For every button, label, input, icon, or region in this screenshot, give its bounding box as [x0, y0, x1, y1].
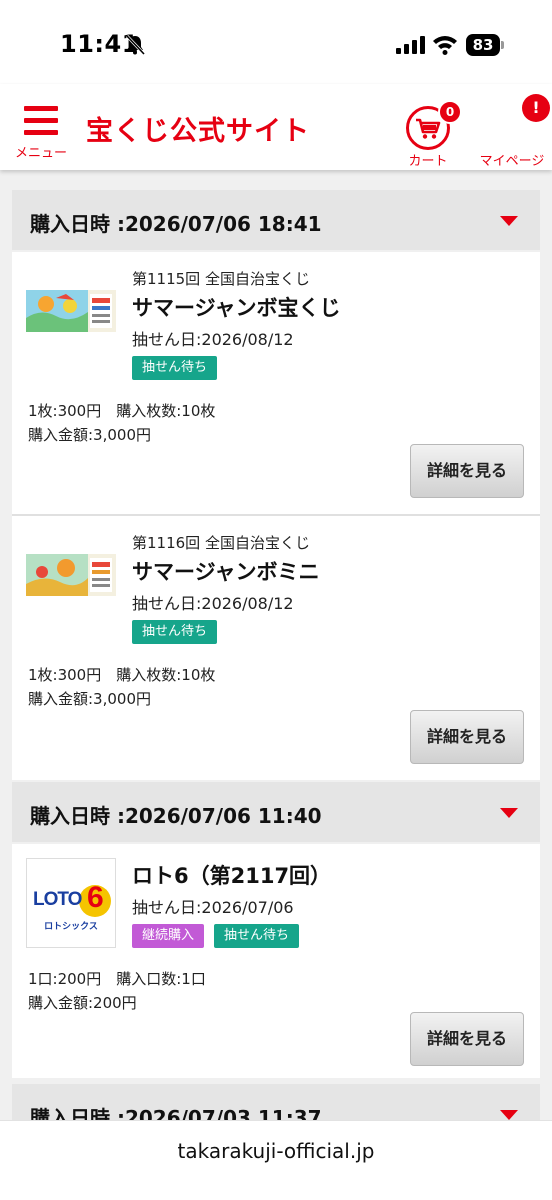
price-quantity: 1枚:300円 購入枚数:10枚: [28, 402, 216, 420]
status-badge: 抽せん待ち: [132, 620, 218, 644]
ticket-card: 第1116回 全国自治宝くじ サマージャンボミニ 抽せん日:2026/08/12…: [12, 516, 540, 780]
caret-down-icon: [500, 216, 518, 226]
ticket-name: ロト6（第2117回）: [132, 864, 332, 888]
alert-icon: !: [522, 94, 550, 122]
price-quantity: 1口:200円 購入口数:1口: [28, 970, 206, 988]
ticket-round: 第1115回 全国自治宝くじ: [132, 270, 310, 288]
ticket-card: LOTO 6 ロトシックス ロト6（第2117回） 抽せん日:2026/07/0…: [12, 844, 540, 1078]
cart-label: カート: [408, 154, 448, 169]
draw-date: 抽せん日:2026/08/12: [132, 330, 294, 349]
ticket-name: サマージャンボ宝くじ: [132, 296, 341, 320]
loto6-logo-text: LOTO: [33, 889, 82, 910]
summer-jumbo-mini-ticket-image: [26, 554, 116, 596]
battery-level: 83: [466, 34, 500, 56]
browser-url-bar[interactable]: takarakuji-official.jp: [0, 1120, 552, 1200]
battery-indicator: 83: [466, 34, 504, 56]
loto6-logo-number: 6: [87, 881, 104, 914]
ticket-card: 第1115回 全国自治宝くじ サマージャンボ宝くじ 抽せん日:2026/08/1…: [12, 252, 540, 514]
mypage-button[interactable]: ! マイページ: [476, 92, 550, 169]
menu-label: メニュー: [14, 146, 67, 161]
purchase-group-header[interactable]: 購入日時 :2026/07/06 11:40: [12, 782, 540, 842]
cart-icon: [416, 118, 441, 139]
ticket-round: 第1116回 全国自治宝くじ: [132, 534, 310, 552]
draw-date: 抽せん日:2026/08/12: [132, 594, 294, 613]
purchase-datetime: 購入日時 :2026/07/06 18:41: [30, 212, 322, 236]
bell-muted-icon: [125, 34, 146, 56]
status-badge: 抽せん待ち: [132, 356, 218, 380]
caret-down-icon: [500, 808, 518, 818]
page: 11:41 83 メニュー 宝くじ公式サイト 0 カート ! マイページ 購入日…: [0, 0, 552, 1200]
purchase-datetime: 購入日時 :2026/07/03 11:37: [30, 1106, 322, 1120]
mypage-label: マイページ: [479, 154, 545, 169]
signal-icon: [396, 36, 425, 54]
total-amount: 購入金額:3,000円: [28, 426, 151, 444]
total-amount: 購入金額:3,000円: [28, 690, 151, 708]
purchase-history-list[interactable]: 購入日時 :2026/07/06 18:41 第1115回 全国自治宝くじ サマ…: [0, 170, 552, 1120]
status-bar: 11:41 83: [0, 0, 552, 84]
hamburger-icon-bar: [24, 130, 58, 135]
loto6-logo: LOTO 6 ロトシックス: [26, 858, 116, 948]
status-badge: 抽せん待ち: [214, 924, 300, 948]
cart-count-badge: 0: [438, 100, 462, 124]
purchase-group-header[interactable]: 購入日時 :2026/07/03 11:37: [12, 1084, 540, 1120]
view-details-button[interactable]: 詳細を見る: [410, 710, 524, 764]
site-logo[interactable]: 宝くじ公式サイト: [86, 109, 310, 148]
price-quantity: 1枚:300円 購入枚数:10枚: [28, 666, 216, 684]
purchase-datetime: 購入日時 :2026/07/06 11:40: [30, 804, 322, 828]
continuous-purchase-badge: 継続購入: [132, 924, 205, 948]
ticket-name: サマージャンボミニ: [132, 560, 320, 584]
url-text: takarakuji-official.jp: [177, 1139, 375, 1163]
caret-down-icon: [500, 1110, 518, 1120]
site-header: メニュー 宝くじ公式サイト 0 カート ! マイページ: [0, 84, 552, 170]
total-amount: 購入金額:200円: [28, 994, 137, 1012]
view-details-button[interactable]: 詳細を見る: [410, 444, 524, 498]
draw-date: 抽せん日:2026/07/06: [132, 898, 294, 917]
hamburger-icon-bar: [24, 118, 58, 123]
battery-cap: [501, 41, 504, 49]
menu-button[interactable]: メニュー: [10, 100, 72, 164]
wifi-icon: [433, 36, 457, 55]
purchase-group-header[interactable]: 購入日時 :2026/07/06 18:41: [12, 190, 540, 250]
summer-jumbo-ticket-image: [26, 290, 116, 332]
view-details-button[interactable]: 詳細を見る: [410, 1012, 524, 1066]
cart-button[interactable]: 0 カート: [398, 92, 462, 169]
loto6-logo-subtext: ロトシックス: [44, 922, 98, 932]
hamburger-icon: [24, 106, 58, 111]
